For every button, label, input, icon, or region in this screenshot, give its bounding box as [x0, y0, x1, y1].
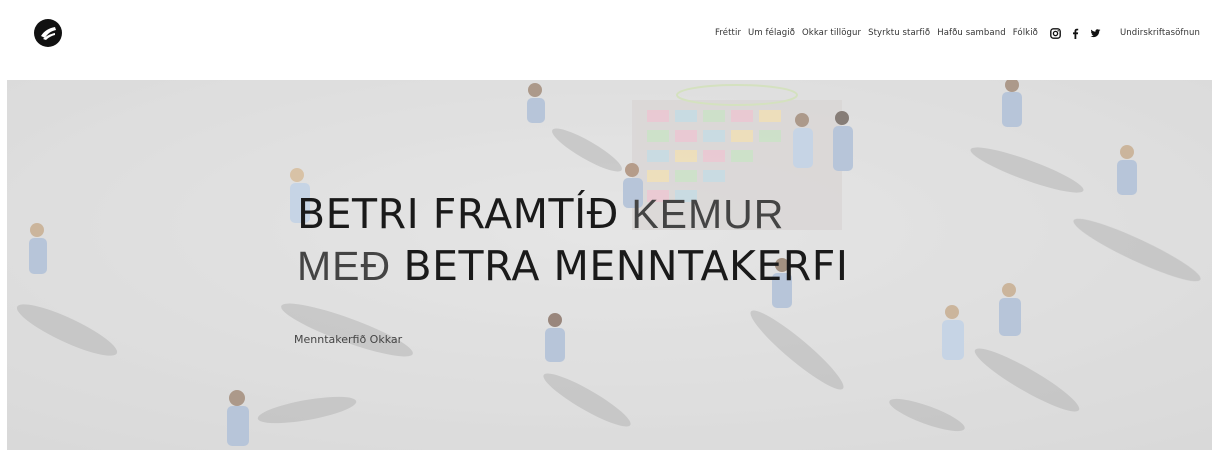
instagram-icon[interactable]: [1050, 27, 1061, 39]
hero-headline-bold-1: BETRI FRAMTÍÐ: [297, 190, 619, 238]
nav-item-styrktu-starfid[interactable]: Styrktu starfið: [868, 28, 930, 38]
site-logo[interactable]: [33, 18, 63, 48]
facebook-icon[interactable]: [1070, 28, 1081, 39]
site-header: Fréttir Um félagið Okkar tillögur Styrkt…: [0, 0, 1212, 80]
hero-headline-line-2: MEÐ BETRA MENNTAKERFI: [297, 240, 848, 292]
main-nav: Fréttir Um félagið Okkar tillögur Styrkt…: [708, 24, 1200, 42]
nav-item-folkid[interactable]: Fólkið: [1013, 28, 1038, 38]
social-links: [1050, 27, 1101, 39]
nav-item-frettir[interactable]: Fréttir: [715, 28, 741, 38]
nav-item-petition[interactable]: Undirskriftasöfnun: [1120, 28, 1200, 38]
twitter-icon[interactable]: [1090, 28, 1101, 39]
hero-tagline: Menntakerfið Okkar: [294, 333, 403, 346]
hero-headline-bold-2: BETRA MENNTAKERFI: [403, 242, 849, 290]
nav-item-hafdu-samband[interactable]: Hafðu samband: [937, 28, 1006, 38]
hero-banner: BETRI FRAMTÍÐ KEMUR MEÐ BETRA MENNTAKERF…: [7, 80, 1212, 450]
logo-icon: [34, 19, 62, 47]
hero-headline-thin-1: KEMUR: [618, 191, 785, 237]
nav-item-um-felagid[interactable]: Um félagið: [748, 28, 795, 38]
hero-headline-line-1: BETRI FRAMTÍÐ KEMUR: [297, 188, 848, 240]
hero-headline: BETRI FRAMTÍÐ KEMUR MEÐ BETRA MENNTAKERF…: [297, 188, 848, 292]
hero-headline-thin-2: MEÐ: [297, 243, 404, 289]
nav-item-okkar-tillogur[interactable]: Okkar tillögur: [802, 28, 861, 38]
